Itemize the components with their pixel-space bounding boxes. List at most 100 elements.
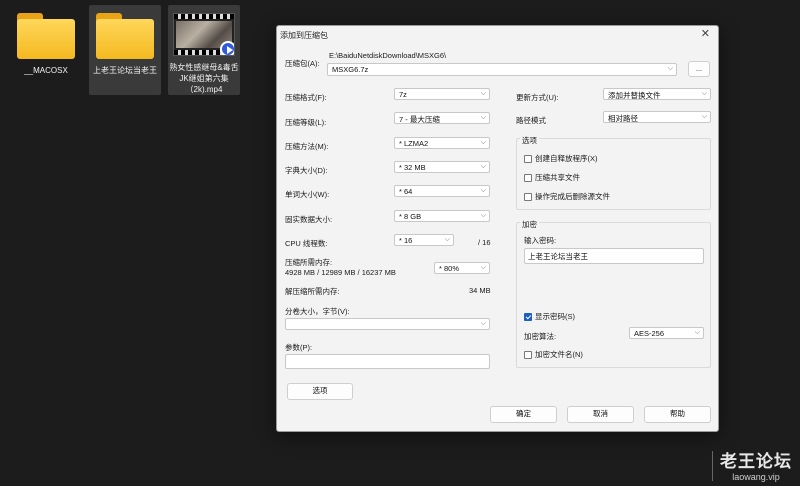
- chevron-down-icon: ⌵: [480, 187, 486, 194]
- shared-checkbox[interactable]: 压缩共享文件: [524, 172, 580, 183]
- method-select[interactable]: * LZMA2 ⌵: [394, 137, 490, 149]
- delete-checkbox[interactable]: 操作完成后删除源文件: [524, 191, 610, 202]
- chevron-down-icon: ⌵: [667, 65, 673, 72]
- archive-label: 压缩包(A):: [285, 59, 320, 68]
- folder-icon: [17, 13, 75, 59]
- mem-percent-select[interactable]: * 80% ⌵: [434, 262, 490, 274]
- checkbox-icon: [524, 350, 532, 359]
- encrypt-names-label: 加密文件名(N): [535, 350, 583, 359]
- video-thumbnail-icon: [173, 13, 235, 56]
- watermark-url: laowang.vip: [732, 472, 780, 482]
- encryption-method-value: AES-256: [634, 329, 665, 338]
- update-value: 添加并替换文件: [608, 91, 661, 100]
- checkbox-icon: [524, 154, 532, 163]
- desktop-icon-macosx[interactable]: __MACOSX: [10, 5, 82, 95]
- mem-decompress-label: 解压缩所需内存:: [285, 287, 340, 296]
- split-label: 分卷大小，字节(V):: [285, 307, 350, 316]
- pathmode-select[interactable]: 相对路径 ⌵: [603, 111, 711, 123]
- dict-select[interactable]: * 32 MB ⌵: [394, 161, 490, 173]
- format-label: 压缩格式(F):: [285, 93, 327, 102]
- desktop-icon-video-file[interactable]: 熟女性感继母&毒舌JK继姐第六集（2k).mp4: [168, 5, 240, 95]
- checkbox-icon: [524, 173, 532, 182]
- chevron-down-icon: ⌵: [701, 113, 707, 120]
- level-value: 7 - 最大压缩: [399, 115, 440, 124]
- level-select[interactable]: 7 - 最大压缩 ⌵: [394, 112, 490, 124]
- dict-label: 字典大小(D):: [285, 166, 328, 175]
- update-select[interactable]: 添加并替换文件 ⌵: [603, 88, 711, 100]
- chevron-down-icon: ⌵: [480, 90, 486, 97]
- archive-name-combo[interactable]: MSXG6.7z ⌵: [327, 63, 677, 76]
- add-to-archive-dialog: 添加到压缩包 ✕ 压缩包(A): E:\BaiduNetdiskDownload…: [276, 25, 719, 432]
- mem-decompress-value: 34 MB: [469, 286, 491, 295]
- threads-value: * 16: [399, 236, 413, 245]
- desktop-icon-label: __MACOSX: [24, 66, 68, 75]
- params-label: 参数(P):: [285, 343, 313, 352]
- password-input[interactable]: 上老王论坛当老王: [524, 248, 704, 264]
- method-label: 压缩方法(M):: [285, 142, 329, 151]
- chevron-down-icon: ⌵: [480, 139, 486, 146]
- threads-select[interactable]: * 16 ⌵: [394, 234, 454, 246]
- shared-label: 压缩共享文件: [535, 173, 580, 182]
- word-select[interactable]: * 64 ⌵: [394, 185, 490, 197]
- solid-value: * 8 GB: [399, 212, 422, 221]
- dict-value: * 32 MB: [399, 163, 426, 172]
- pathmode-value: 相对路径: [608, 114, 638, 123]
- watermark-title: 老王论坛: [720, 452, 792, 471]
- format-value: 7z: [399, 90, 407, 99]
- update-label: 更新方式(U):: [516, 93, 559, 102]
- cancel-button[interactable]: 取消: [567, 406, 634, 423]
- show-password-checkbox[interactable]: 显示密码(S): [524, 311, 575, 322]
- split-select[interactable]: ⌵: [285, 318, 490, 330]
- checkbox-icon: [524, 192, 532, 201]
- password-label: 输入密码:: [524, 236, 557, 245]
- browse-button[interactable]: ...: [688, 61, 710, 77]
- chevron-down-icon: ⌵: [480, 212, 486, 219]
- watermark: 老王论坛 laowang.vip: [712, 447, 792, 482]
- format-select[interactable]: 7z ⌵: [394, 88, 490, 100]
- encryption-method-select[interactable]: AES-256 ⌵: [629, 327, 704, 339]
- level-label: 压缩等级(L):: [285, 118, 327, 127]
- checkbox-checked-icon: [524, 312, 532, 321]
- delete-label: 操作完成后删除源文件: [535, 192, 610, 201]
- mem-percent-value: * 80%: [439, 264, 460, 273]
- options-group-title: 选项: [520, 135, 539, 146]
- dialog-titlebar[interactable]: 添加到压缩包 ✕: [277, 26, 718, 42]
- dialog-title: 添加到压缩包: [280, 31, 328, 40]
- method-value: * LZMA2: [399, 139, 429, 148]
- chevron-down-icon: ⌵: [694, 329, 700, 336]
- word-value: * 64: [399, 187, 413, 196]
- encryption-group-title: 加密: [520, 219, 539, 230]
- ok-button[interactable]: 确定: [490, 406, 557, 423]
- word-label: 单词大小(W):: [285, 190, 330, 199]
- chevron-down-icon: ⌵: [480, 320, 486, 327]
- folder-icon: [96, 13, 154, 59]
- play-badge-icon: [220, 41, 234, 55]
- help-button[interactable]: 帮助: [644, 406, 711, 423]
- desktop-icon-laowang-folder[interactable]: 上老王论坛当老王: [89, 5, 161, 95]
- sfx-checkbox[interactable]: 创建自释放程序(X): [524, 153, 598, 164]
- params-input[interactable]: [285, 354, 490, 369]
- encrypt-names-checkbox[interactable]: 加密文件名(N): [524, 349, 583, 360]
- archive-path: E:\BaiduNetdiskDownload\MSXG6\: [329, 51, 447, 60]
- close-icon[interactable]: ✕: [701, 27, 710, 40]
- desktop-icon-label: 熟女性感继母&毒舌JK继姐第六集（2k).mp4: [169, 63, 239, 94]
- threads-max: / 16: [478, 238, 491, 247]
- show-password-label: 显示密码(S): [535, 312, 575, 321]
- solid-label: 固实数据大小:: [285, 215, 333, 224]
- chevron-down-icon: ⌵: [701, 90, 707, 97]
- watermark-divider: [712, 451, 713, 481]
- chevron-down-icon: ⌵: [444, 236, 450, 243]
- mem-compress-value: 4928 MB / 12989 MB / 16237 MB: [285, 268, 396, 277]
- archive-name-value: MSXG6.7z: [332, 65, 369, 74]
- chevron-down-icon: ⌵: [480, 114, 486, 121]
- chevron-down-icon: ⌵: [480, 163, 486, 170]
- encryption-method-label: 加密算法:: [524, 332, 557, 341]
- mem-compress-label: 压缩所需内存:: [285, 258, 333, 267]
- desktop-icon-label: 上老王论坛当老王: [93, 66, 157, 75]
- sfx-label: 创建自释放程序(X): [535, 154, 598, 163]
- chevron-down-icon: ⌵: [480, 264, 486, 271]
- options-button[interactable]: 选项: [287, 383, 353, 400]
- pathmode-label: 路径模式: [516, 116, 546, 125]
- solid-select[interactable]: * 8 GB ⌵: [394, 210, 490, 222]
- threads-label: CPU 线程数:: [285, 239, 328, 248]
